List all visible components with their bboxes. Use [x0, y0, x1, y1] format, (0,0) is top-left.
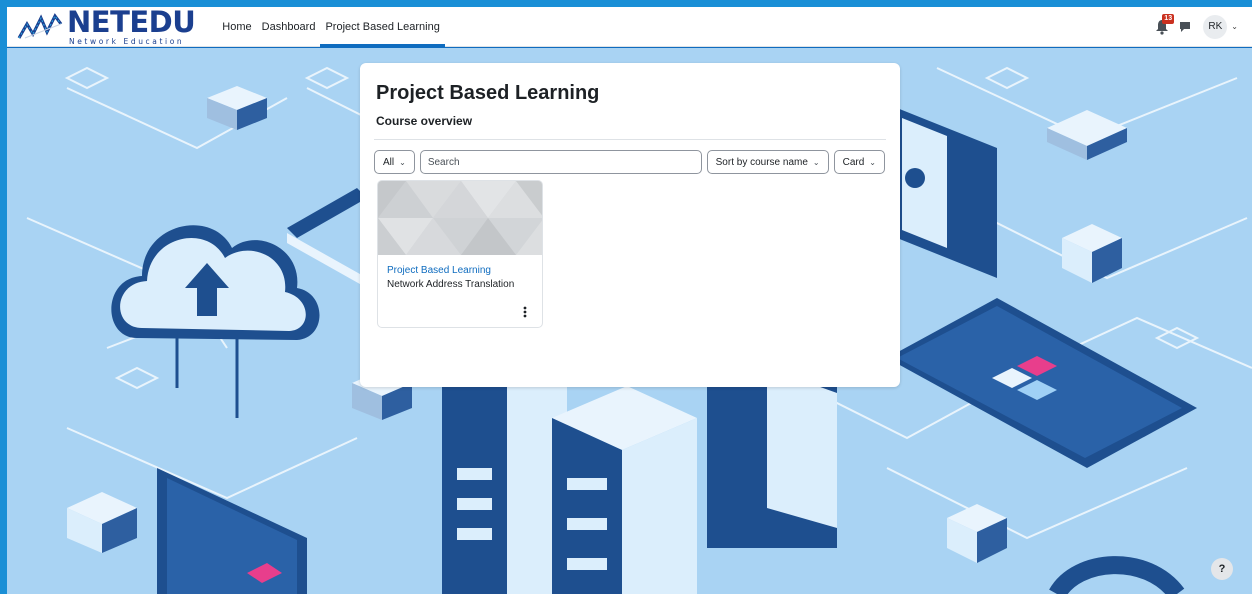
notification-count-badge: 13: [1162, 13, 1175, 24]
window-frame-left: [0, 0, 7, 594]
nav-link-dashboard[interactable]: Dashboard: [257, 7, 321, 47]
chevron-down-icon: ⌄: [399, 157, 406, 167]
sort-dropdown[interactable]: Sort by course name ⌄: [706, 150, 829, 174]
user-avatar[interactable]: RK: [1203, 14, 1228, 39]
chevron-down-icon[interactable]: ⌄: [1231, 22, 1238, 31]
help-button[interactable]: ?: [1211, 558, 1233, 580]
notifications-button[interactable]: 13: [1155, 13, 1175, 35]
course-image[interactable]: [378, 181, 543, 255]
divider: [374, 139, 886, 140]
course-overview-panel: Project Based Learning Course overview A…: [360, 63, 900, 387]
brand-logo[interactable]: NETEDU Network Education: [17, 4, 196, 47]
primary-navigation: Home Dashboard Project Based Learning: [217, 7, 446, 47]
grouping-dropdown[interactable]: All ⌄: [374, 150, 415, 174]
page-title: Project Based Learning: [376, 82, 600, 104]
top-navbar: NETEDU Network Education Home Dashboard …: [7, 7, 1252, 47]
brand-name: NETEDU: [67, 4, 196, 39]
sort-dropdown-label: Sort by course name: [715, 156, 808, 168]
view-dropdown[interactable]: Card ⌄: [833, 150, 885, 174]
search-input[interactable]: [419, 150, 702, 174]
user-menu-area: 13 RK ⌄: [1155, 13, 1238, 39]
course-category-link[interactable]: Project Based Learning: [387, 265, 491, 276]
messages-icon[interactable]: [1179, 21, 1191, 33]
netedu-logo-icon: [17, 12, 63, 39]
grouping-dropdown-label: All: [383, 156, 395, 168]
course-name[interactable]: Network Address Translation: [387, 279, 514, 290]
chevron-down-icon: ⌄: [812, 157, 820, 167]
nav-link-home[interactable]: Home: [217, 7, 256, 47]
view-dropdown-label: Card: [842, 156, 865, 168]
section-title: Course overview: [376, 114, 473, 128]
nav-link-project-based-learning[interactable]: Project Based Learning: [320, 7, 446, 47]
brand-tagline: Network Education: [69, 36, 185, 46]
more-options-icon[interactable]: [520, 305, 530, 319]
course-filter-controls: All ⌄ Sort by course name ⌄ Card ⌄: [374, 150, 885, 174]
chevron-down-icon: ⌄: [869, 157, 876, 167]
course-card[interactable]: Project Based Learning Network Address T…: [377, 180, 543, 328]
